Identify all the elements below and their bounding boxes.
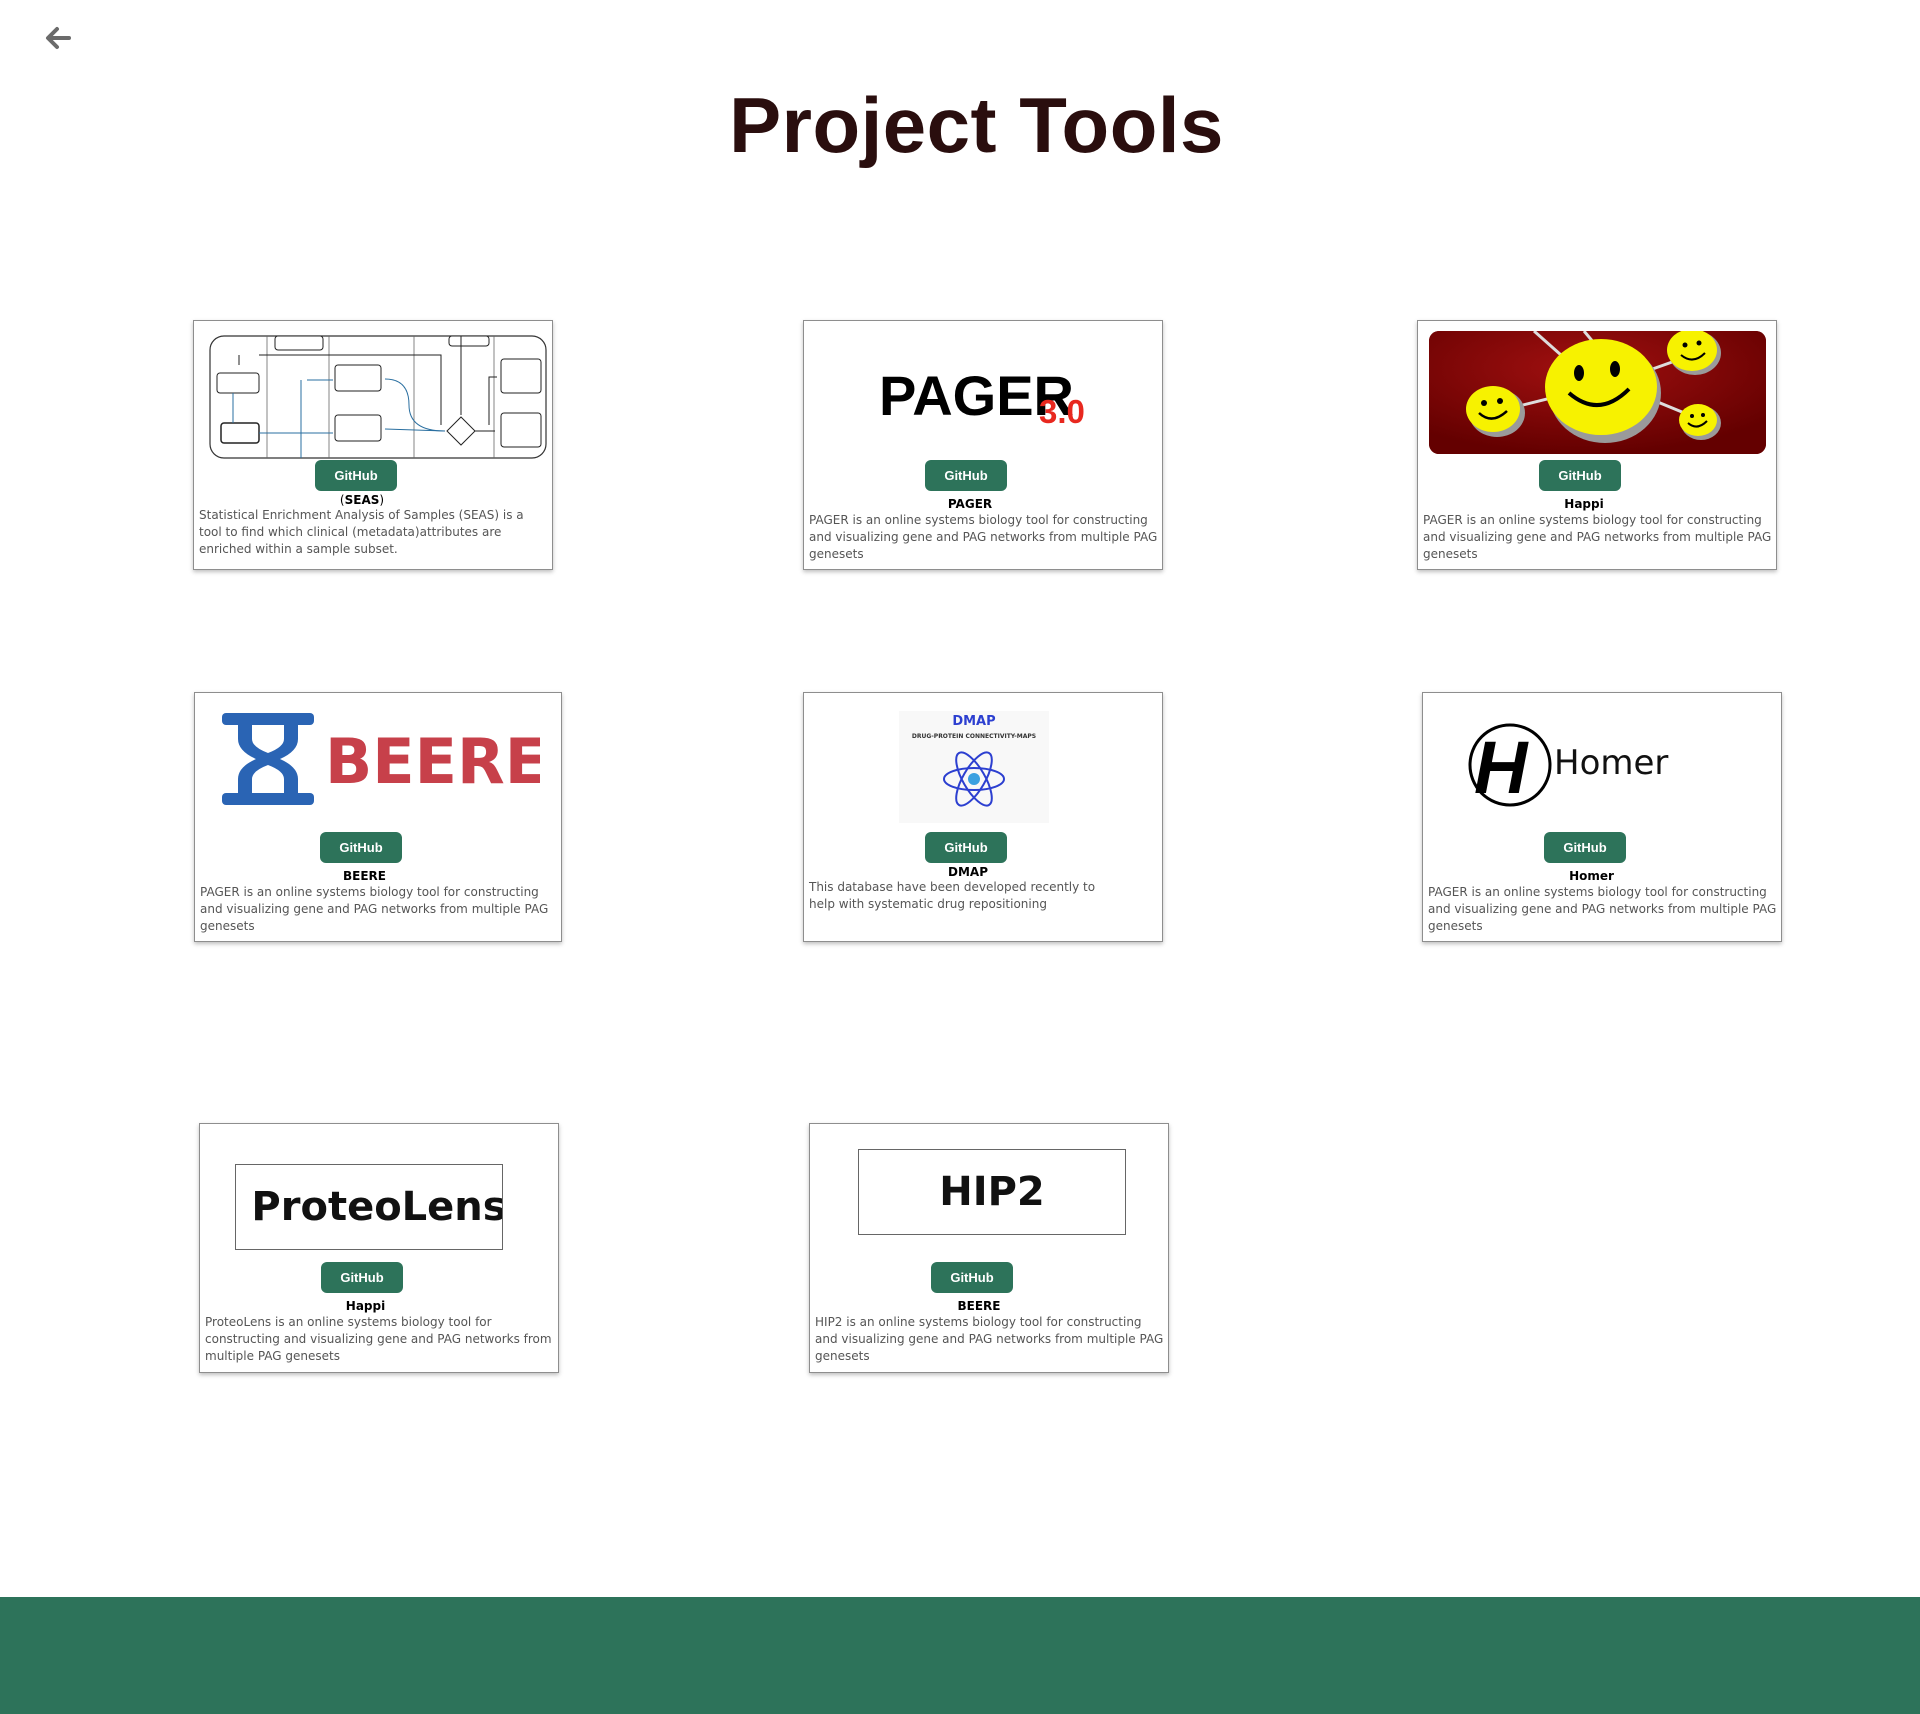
tool-name: Happi <box>1564 497 1604 511</box>
dmap-logo-text: DMAP <box>952 714 996 729</box>
tool-name: (SEAS) <box>172 493 552 507</box>
github-button[interactable]: GitHub <box>925 832 1007 863</box>
hip2-text-logo: HIP2 <box>858 1149 1126 1235</box>
dmap-logo-subtitle: DRUG-PROTEIN CONNECTIVITY-MAPS <box>911 733 1037 740</box>
github-button[interactable]: GitHub <box>321 1262 403 1293</box>
tool-card-homer: H Homer GitHub Homer PAGER is an online … <box>1422 692 1782 942</box>
tool-description: PAGER is an online systems biology tool … <box>1423 513 1772 561</box>
tool-description: Statistical Enrichment Analysis of Sampl… <box>199 508 524 556</box>
homer-logo-text: Homer <box>1554 743 1669 783</box>
tool-description: PAGER is an online systems biology tool … <box>809 513 1158 561</box>
tool-card-proteolens: ProteoLens GitHub Happi ProteoLens is an… <box>199 1123 559 1373</box>
github-button[interactable]: GitHub <box>931 1262 1013 1293</box>
tool-name: Happi <box>345 1299 386 1313</box>
tool-name: PAGER <box>947 497 993 511</box>
page-title: Project Tools <box>729 81 1224 169</box>
beere-logo-text: BEERE <box>325 725 540 798</box>
footer-bar <box>0 1597 1920 1714</box>
github-button[interactable]: GitHub <box>320 832 402 863</box>
hourglass-icon <box>222 713 314 805</box>
github-button[interactable]: GitHub <box>315 460 397 491</box>
tool-name: Homer <box>1569 869 1614 883</box>
tool-name-suffix: ) <box>379 493 385 507</box>
tool-card-happi: GitHub Happi PAGER is an online systems … <box>1417 320 1777 570</box>
tool-description: HIP2 is an online systems biology tool f… <box>815 1315 1164 1363</box>
tool-name: BEERE <box>343 869 386 883</box>
github-button[interactable]: GitHub <box>1544 832 1626 863</box>
arrow-left-icon <box>46 27 71 49</box>
tool-name: BEERE <box>957 1299 1001 1313</box>
tool-card-pager: PAGER 3.0 GitHub PAGER PAGER is an onlin… <box>803 320 1163 570</box>
tool-description: This database have been developed recent… <box>809 880 1096 911</box>
tool-card-dmap: DMAP DRUG-PROTEIN CONNECTIVITY-MAPS GitH… <box>803 692 1163 942</box>
github-button[interactable]: GitHub <box>925 460 1007 491</box>
seas-workflow-diagram <box>209 335 547 459</box>
tool-card-beere: BEERE GitHub BEERE PAGER is an online sy… <box>194 692 562 942</box>
dmap-atom-logo: DMAP DRUG-PROTEIN CONNECTIVITY-MAPS <box>899 711 1049 823</box>
pager-logo-version: 3.0 <box>1039 393 1085 430</box>
back-button[interactable] <box>36 20 80 56</box>
tool-card-seas: GitHub (SEAS) Statistical Enrichment Ana… <box>193 320 553 570</box>
beere-hourglass-logo: BEERE <box>220 711 540 811</box>
tool-name-text: SEAS <box>344 493 380 507</box>
homer-h-logo: H Homer <box>1468 721 1738 811</box>
atom-icon <box>943 751 1005 807</box>
tool-card-hip2: HIP2 GitHub BEERE HIP2 is an online syst… <box>809 1123 1169 1373</box>
tool-description: ProteoLens is an online systems biology … <box>205 1315 552 1363</box>
pager-logo: PAGER 3.0 <box>864 351 1104 441</box>
tool-name: DMAP <box>948 865 988 879</box>
happi-smiley-network <box>1429 331 1766 454</box>
tool-description: PAGER is an online systems biology tool … <box>200 885 549 933</box>
homer-logo-letter: H <box>1474 726 1528 809</box>
proteolens-text-logo: ProteoLens <box>235 1164 503 1250</box>
hip2-logo-text: HIP2 <box>939 1169 1045 1215</box>
proteolens-logo-text: ProteoLens <box>251 1184 503 1230</box>
github-button[interactable]: GitHub <box>1539 460 1621 491</box>
tool-description: PAGER is an online systems biology tool … <box>1428 885 1777 933</box>
